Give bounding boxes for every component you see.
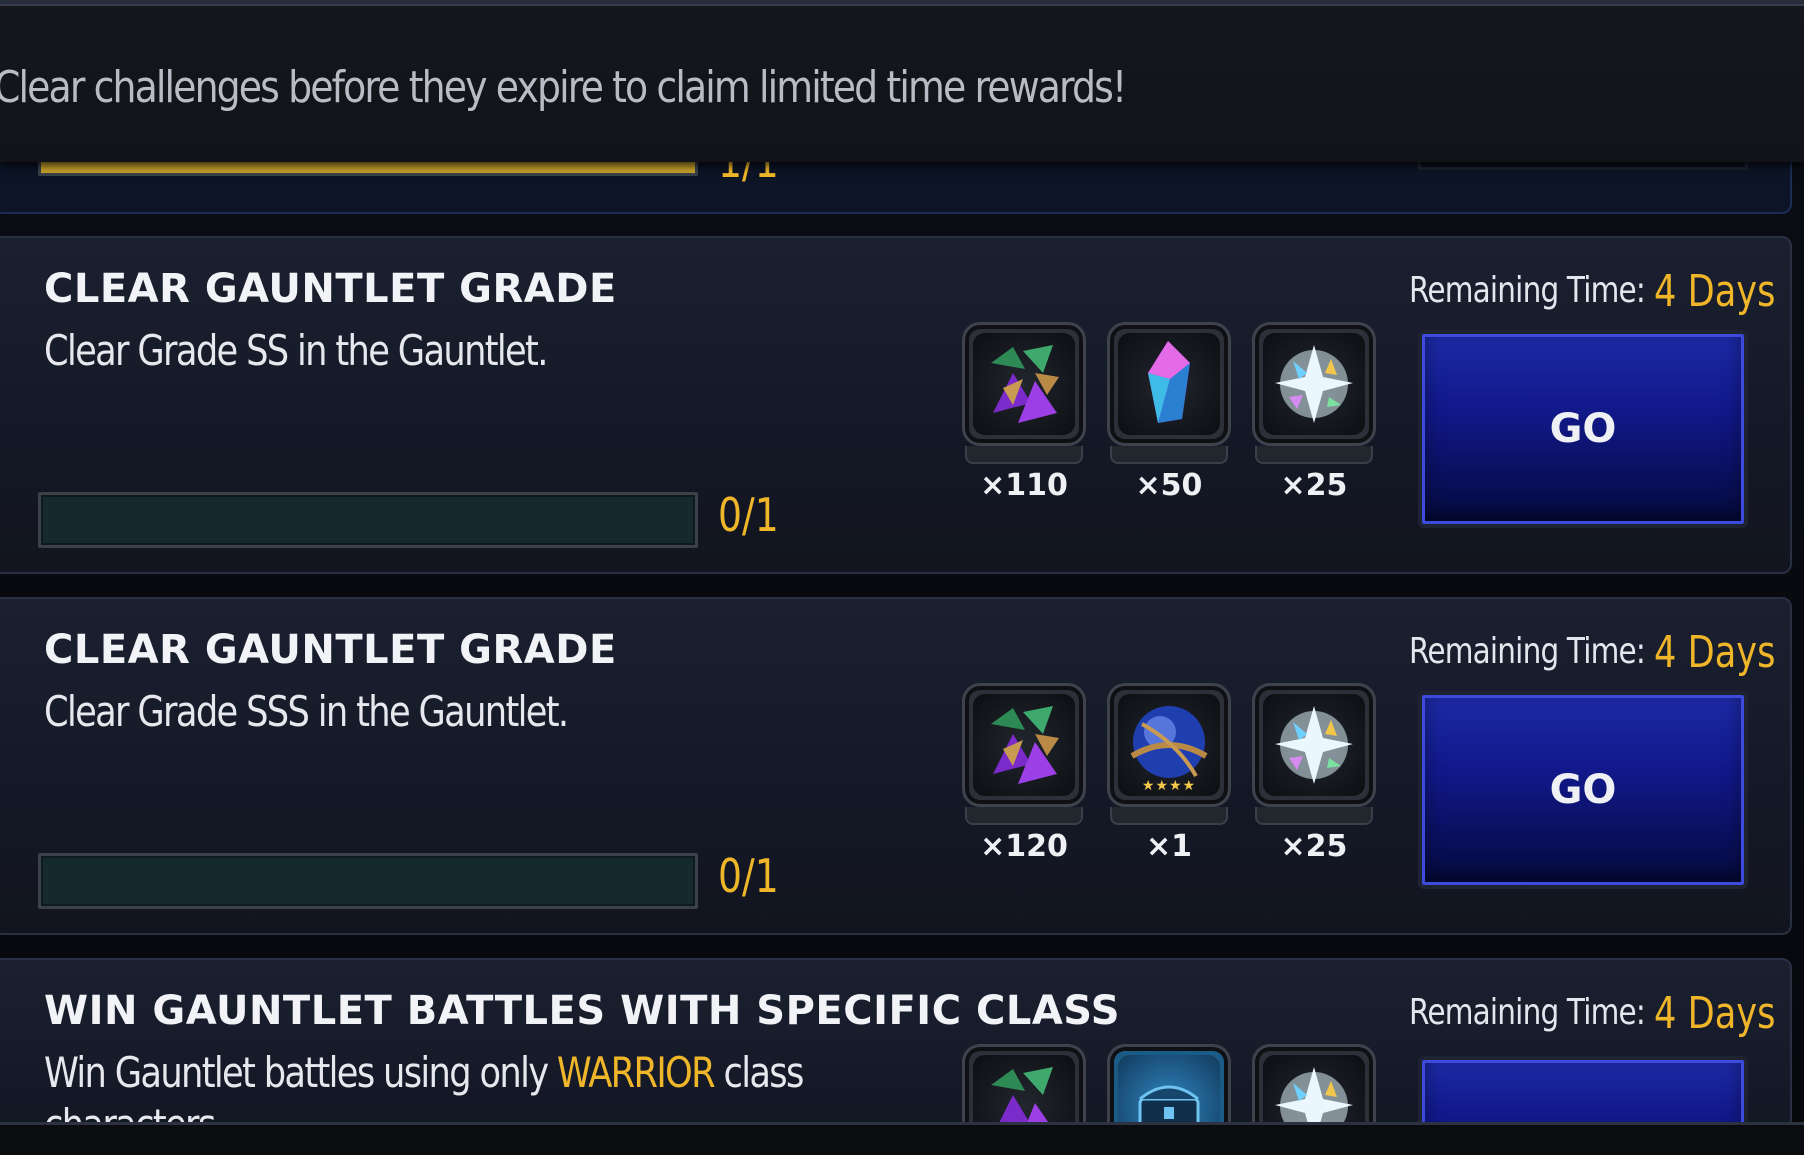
crystal-icon bbox=[1148, 341, 1190, 423]
challenge-card: CLEAR GAUNTLET GRADE Clear Grade SS in t… bbox=[0, 236, 1792, 574]
gear-shards-icon bbox=[991, 345, 1059, 423]
challenge-card: CLEAR GAUNTLET GRADE Clear Grade SSS in … bbox=[0, 597, 1792, 935]
remaining-time-label: Remaining Time: bbox=[1409, 992, 1646, 1033]
gear-shards-icon bbox=[991, 706, 1059, 784]
challenge-description: Clear Grade SS in the Gauntlet. bbox=[44, 326, 548, 375]
reward-qty: ×110 bbox=[980, 468, 1068, 503]
reward-item[interactable]: ★★★★ ×1 bbox=[1107, 683, 1231, 864]
reward-item[interactable]: ×25 bbox=[1252, 322, 1376, 503]
reward-qty: ×120 bbox=[980, 829, 1068, 864]
remaining-time-value: 4 Days bbox=[1654, 627, 1776, 678]
banner-text: Clear challenges before they expire to c… bbox=[0, 62, 1127, 113]
go-button[interactable]: GO bbox=[1418, 691, 1748, 889]
reward-item[interactable]: ×120 bbox=[962, 683, 1086, 864]
progress-bar bbox=[38, 492, 698, 548]
challenge-description: Win Gauntlet battles using only WARRIOR … bbox=[44, 1048, 805, 1097]
reward-qty: ×50 bbox=[1135, 468, 1203, 503]
reward-item[interactable]: ×50 bbox=[1107, 322, 1231, 503]
challenge-description: Clear Grade SSS in the Gauntlet. bbox=[44, 687, 569, 736]
reward-item[interactable]: ×110 bbox=[962, 322, 1086, 503]
description-suffix: class bbox=[713, 1048, 805, 1097]
challenge-title: CLEAR GAUNTLET GRADE bbox=[44, 627, 617, 673]
challenge-title: WIN GAUNTLET BATTLES WITH SPECIFIC CLASS bbox=[44, 988, 1121, 1034]
reward-qty: ×1 bbox=[1145, 829, 1192, 864]
progress-bar bbox=[38, 853, 698, 909]
description-prefix: Win Gauntlet battles using only bbox=[44, 1048, 557, 1097]
remaining-time-value: 4 Days bbox=[1654, 988, 1776, 1039]
challenge-list: Clear challenges before they expire to c… bbox=[0, 0, 1804, 1155]
rarity-stars: ★★★★ bbox=[1141, 777, 1197, 793]
remaining-time-label: Remaining Time: bbox=[1409, 270, 1646, 311]
progress-text: 0/1 bbox=[718, 488, 779, 542]
go-button[interactable]: GO bbox=[1418, 330, 1748, 528]
reward-qty: ×25 bbox=[1280, 829, 1348, 864]
prism-shards-icon bbox=[1275, 706, 1353, 784]
reward-item[interactable]: ×25 bbox=[1252, 683, 1376, 864]
reward-qty: ×25 bbox=[1280, 468, 1348, 503]
progress-text: 0/1 bbox=[718, 849, 779, 903]
bottom-edge bbox=[0, 1122, 1804, 1155]
remaining-time-label: Remaining Time: bbox=[1409, 631, 1646, 672]
class-highlight: WARRIOR bbox=[556, 1048, 716, 1097]
remaining-time-value: 4 Days bbox=[1654, 266, 1776, 317]
challenge-title: CLEAR GAUNTLET GRADE bbox=[44, 266, 617, 312]
info-banner: Clear challenges before they expire to c… bbox=[0, 6, 1804, 162]
prism-shards-icon bbox=[1275, 345, 1353, 423]
